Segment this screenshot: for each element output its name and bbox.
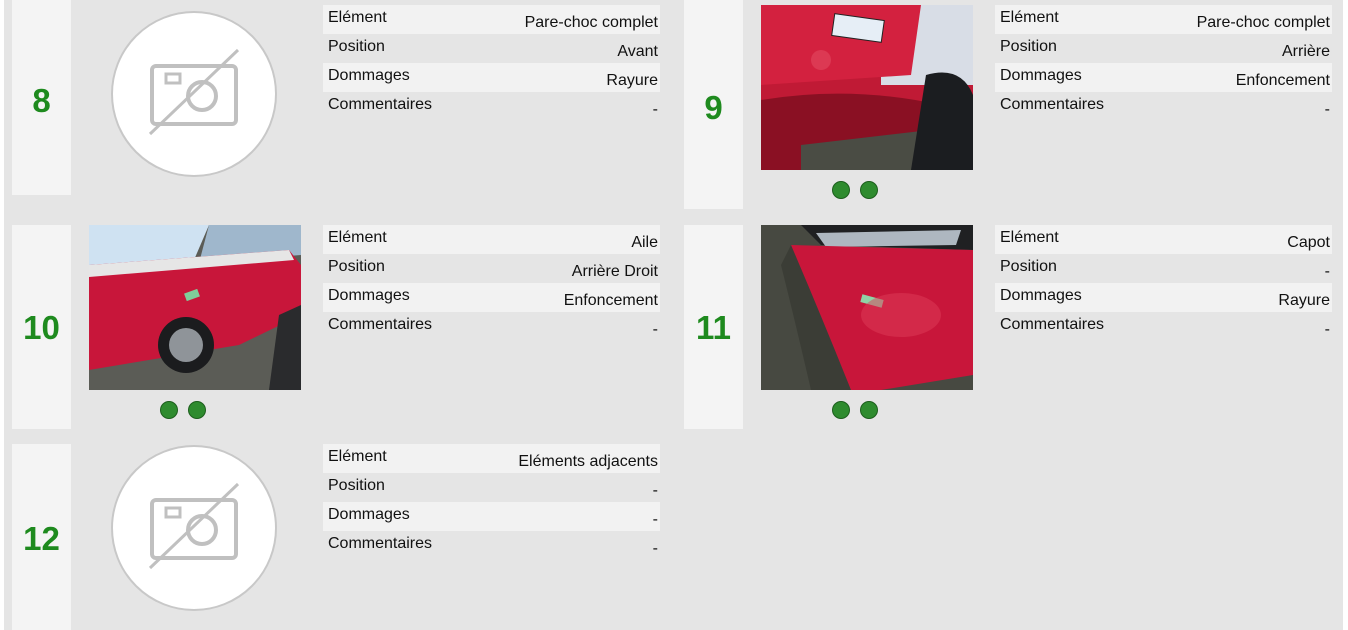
detail-row-comments: Commentaires - bbox=[323, 531, 660, 560]
damages-label: Dommages bbox=[1000, 287, 1082, 304]
detail-row-damages: Dommages Enfoncement bbox=[995, 63, 1332, 92]
damage-card-9: 9 Elément Pare-choc complet Position Arriè… bbox=[684, 0, 1348, 210]
damages-label: Dommages bbox=[328, 506, 410, 523]
comments-value: - bbox=[1324, 321, 1330, 338]
detail-row-position: Position Avant bbox=[323, 34, 660, 63]
damage-photo[interactable] bbox=[89, 225, 301, 390]
damage-details: Elément Eléments adjacents Position - Domm… bbox=[323, 444, 660, 560]
element-label: Elément bbox=[328, 229, 387, 246]
damage-number: 9 bbox=[704, 89, 723, 126]
element-value: Pare-choc complet bbox=[524, 14, 658, 31]
photo-dot-1[interactable] bbox=[160, 401, 178, 419]
damage-card-12: 12 Elément Eléments adjacents Position - D… bbox=[12, 444, 683, 630]
photo-dot-2[interactable] bbox=[860, 181, 878, 199]
position-label: Position bbox=[1000, 258, 1057, 275]
position-label: Position bbox=[1000, 38, 1057, 55]
comments-label: Commentaires bbox=[1000, 96, 1105, 113]
position-value: Avant bbox=[617, 43, 658, 60]
detail-row-comments: Commentaires - bbox=[995, 92, 1332, 121]
photo-pagination bbox=[832, 181, 878, 199]
element-label: Elément bbox=[1000, 9, 1059, 26]
element-label: Elément bbox=[1000, 229, 1059, 246]
damage-details: Elément Aile Position Arrière Droit Dommag… bbox=[323, 225, 660, 341]
damage-photo[interactable] bbox=[761, 225, 973, 390]
damage-card-8: 8 Elément Pare-choc complet Position Avant… bbox=[12, 0, 683, 210]
comments-value: - bbox=[652, 540, 658, 557]
damages-value: Enfoncement bbox=[1235, 72, 1330, 89]
position-value: - bbox=[1324, 263, 1330, 280]
element-value: Eléments adjacents bbox=[518, 453, 658, 470]
detail-row-comments: Commentaires - bbox=[323, 312, 660, 341]
detail-row-element: Elément Pare-choc complet bbox=[323, 5, 660, 34]
comments-value: - bbox=[652, 101, 658, 118]
photo-pagination bbox=[832, 401, 878, 419]
comments-value: - bbox=[1324, 101, 1330, 118]
damages-value: Rayure bbox=[1278, 292, 1330, 309]
comments-label: Commentaires bbox=[1000, 316, 1105, 333]
damage-number-column: 8 bbox=[12, 0, 71, 195]
element-label: Elément bbox=[328, 448, 387, 465]
element-label: Elément bbox=[328, 9, 387, 26]
no-photo-icon bbox=[111, 11, 277, 177]
position-label: Position bbox=[328, 258, 385, 275]
damages-label: Dommages bbox=[328, 287, 410, 304]
position-label: Position bbox=[328, 477, 385, 494]
detail-row-comments: Commentaires - bbox=[995, 312, 1332, 341]
element-value: Pare-choc complet bbox=[1196, 14, 1330, 31]
damage-number: 8 bbox=[32, 82, 51, 119]
detail-row-element: Elément Pare-choc complet bbox=[995, 5, 1332, 34]
damage-number: 11 bbox=[696, 309, 731, 346]
detail-row-damages: Dommages Enfoncement bbox=[323, 283, 660, 312]
damage-details: Elément Pare-choc complet Position Arrière… bbox=[995, 5, 1332, 121]
detail-row-position: Position Arrière Droit bbox=[323, 254, 660, 283]
damage-photo[interactable] bbox=[761, 5, 973, 170]
photo-pagination bbox=[160, 401, 206, 419]
detail-row-damages: Dommages Rayure bbox=[323, 63, 660, 92]
detail-row-element: Elément Aile bbox=[323, 225, 660, 254]
damage-number: 10 bbox=[23, 309, 60, 346]
damage-card-10: 10 Elément Aile Position Arrière Droit Dom… bbox=[12, 225, 683, 430]
damages-value: - bbox=[652, 511, 658, 528]
detail-row-damages: Dommages - bbox=[323, 502, 660, 531]
damages-label: Dommages bbox=[328, 67, 410, 84]
photo-dot-1[interactable] bbox=[832, 401, 850, 419]
comments-value: - bbox=[652, 321, 658, 338]
element-value: Aile bbox=[631, 234, 658, 251]
position-value: Arrière bbox=[1281, 43, 1330, 60]
damage-details: Elément Capot Position - Dommages Rayure Co… bbox=[995, 225, 1332, 341]
detail-row-element: Elément Eléments adjacents bbox=[323, 444, 660, 473]
position-value: Arrière Droit bbox=[571, 263, 658, 280]
damage-number: 12 bbox=[23, 520, 60, 557]
detail-row-damages: Dommages Rayure bbox=[995, 283, 1332, 312]
detail-row-position: Position - bbox=[323, 473, 660, 502]
photo-dot-2[interactable] bbox=[188, 401, 206, 419]
left-border bbox=[0, 0, 4, 630]
damage-number-column: 11 bbox=[684, 225, 743, 429]
damage-number-column: 9 bbox=[684, 0, 743, 209]
no-photo-icon bbox=[111, 445, 277, 611]
damage-card-11: 11 Elément Capot Position - Dommages Rayure… bbox=[684, 225, 1348, 430]
detail-row-comments: Commentaires - bbox=[323, 92, 660, 121]
detail-row-position: Position - bbox=[995, 254, 1332, 283]
comments-label: Commentaires bbox=[328, 535, 433, 552]
element-value: Capot bbox=[1287, 234, 1330, 251]
damages-value: Enfoncement bbox=[563, 292, 658, 309]
comments-label: Commentaires bbox=[328, 96, 433, 113]
damages-value: Rayure bbox=[606, 72, 658, 89]
photo-dot-2[interactable] bbox=[860, 401, 878, 419]
detail-row-position: Position Arrière bbox=[995, 34, 1332, 63]
comments-label: Commentaires bbox=[328, 316, 433, 333]
damages-label: Dommages bbox=[1000, 67, 1082, 84]
damage-details: Elément Pare-choc complet Position Avant D… bbox=[323, 5, 660, 121]
position-label: Position bbox=[328, 38, 385, 55]
damage-number-column: 12 bbox=[12, 444, 71, 630]
photo-dot-1[interactable] bbox=[832, 181, 850, 199]
damage-report-page: 8 Elément Pare-choc complet Position Avant… bbox=[0, 0, 1348, 630]
position-value: - bbox=[652, 482, 658, 499]
damage-number-column: 10 bbox=[12, 225, 71, 429]
detail-row-element: Elément Capot bbox=[995, 225, 1332, 254]
